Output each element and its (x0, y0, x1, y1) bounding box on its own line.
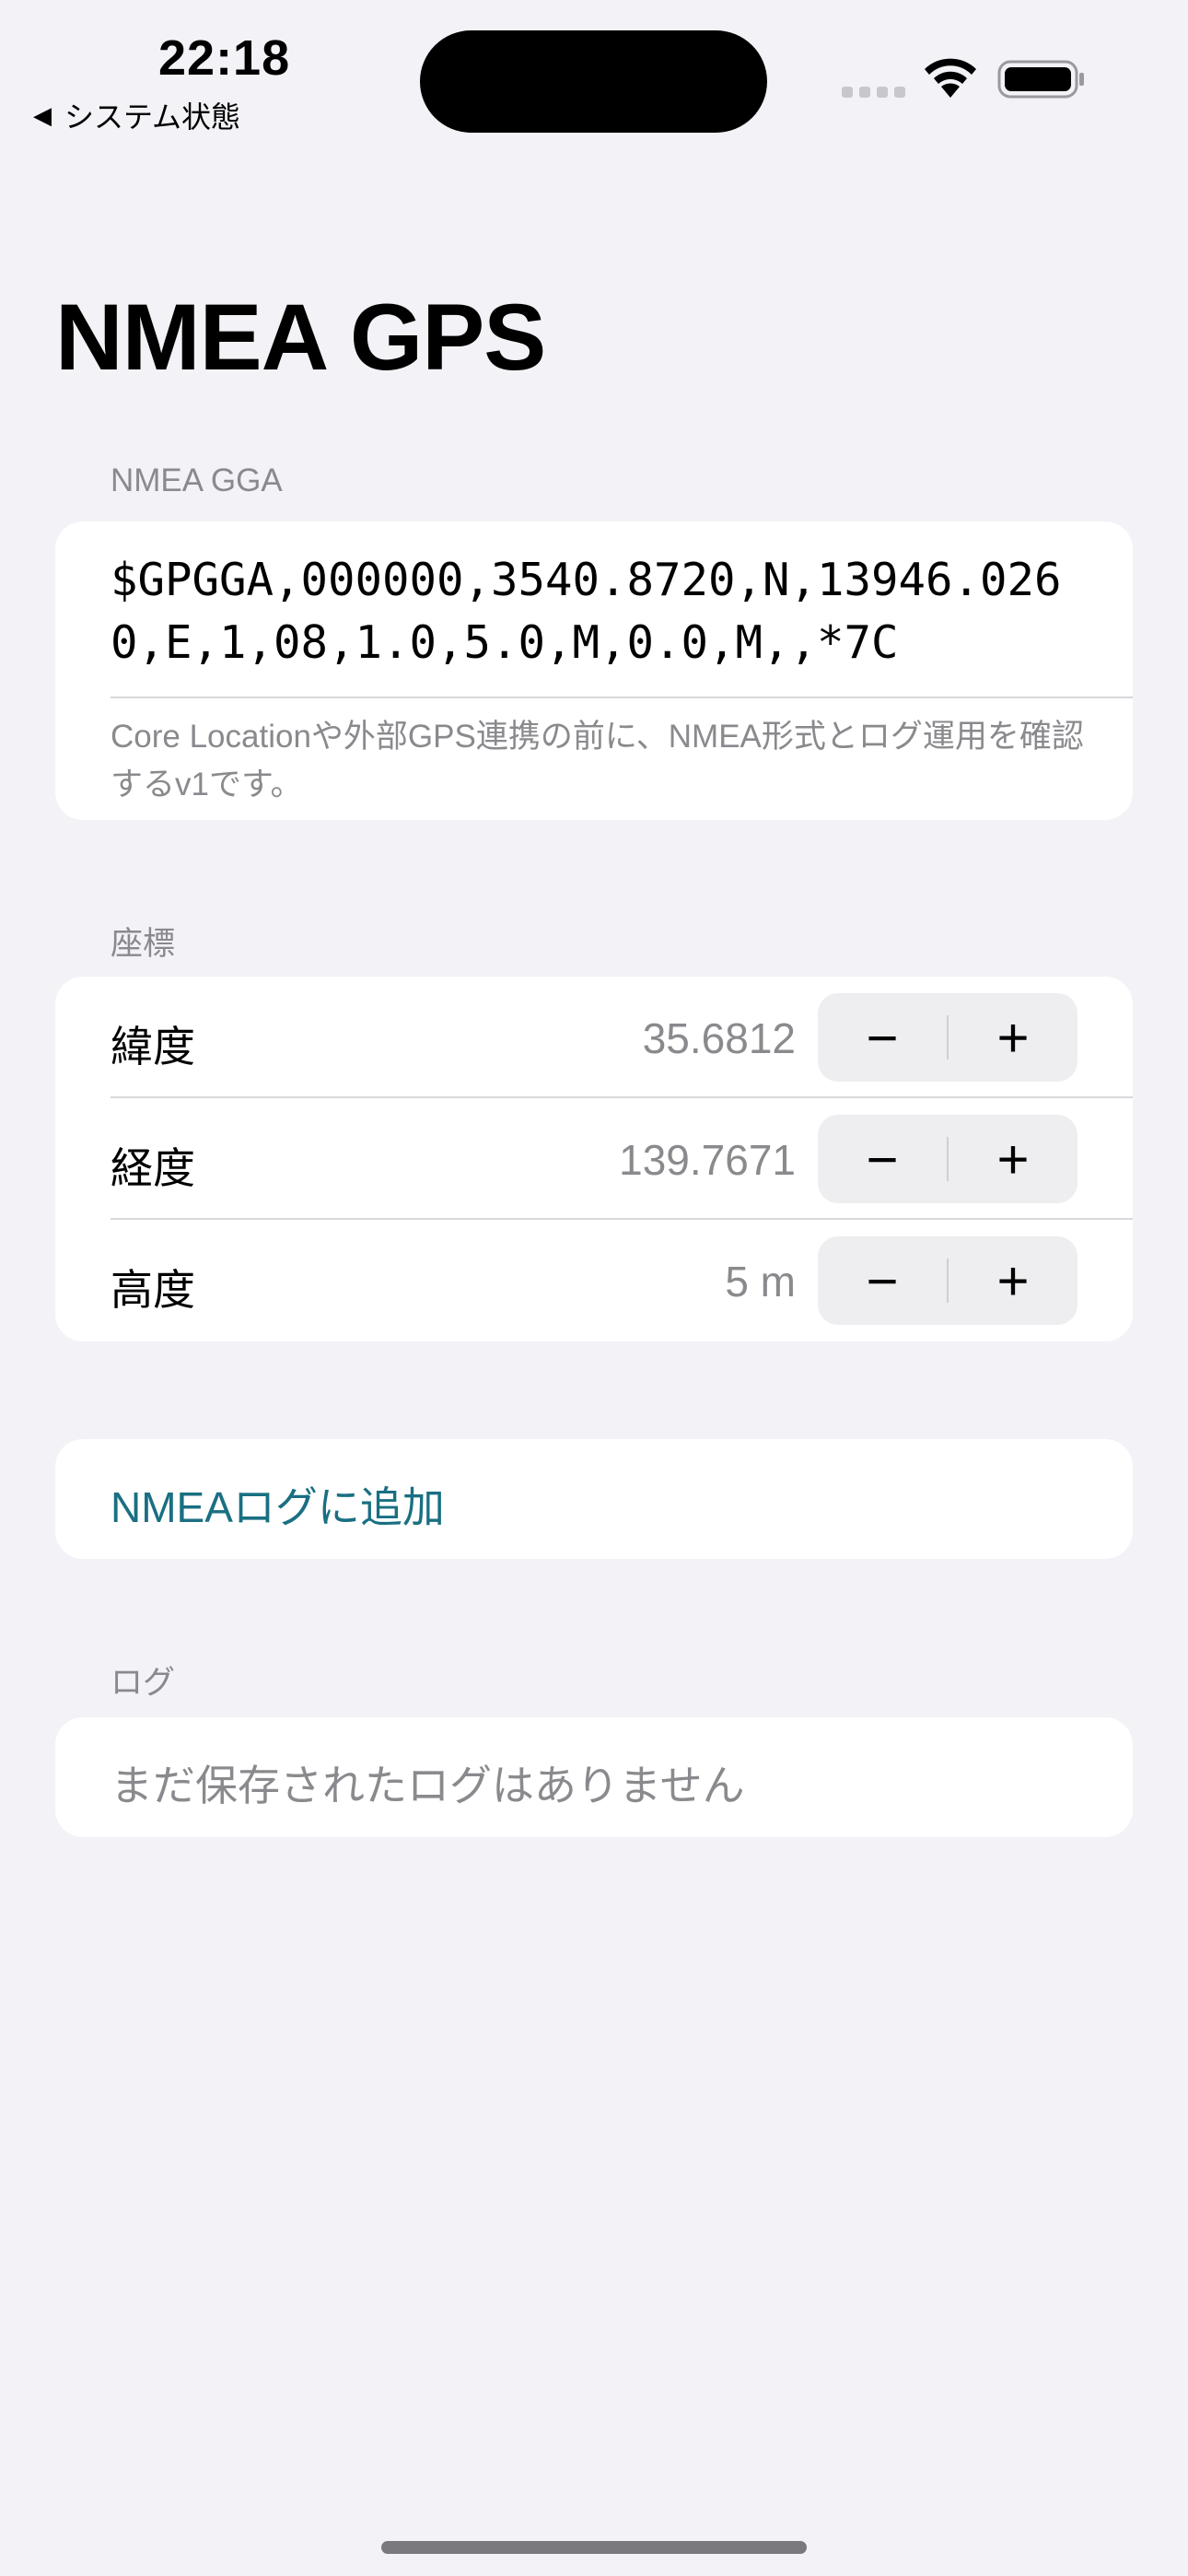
altitude-value: 5 m (725, 1258, 796, 1306)
altitude-label: 高度 (111, 1266, 195, 1314)
longitude-stepper[interactable]: − + (818, 1115, 1077, 1203)
longitude-label: 経度 (111, 1144, 195, 1192)
nmea-footnote: Core Locationや外部GPS連携の前に、NMEA形式とログ運用を確認す… (111, 719, 1084, 802)
nmea-card: $GPGGA,000000,3540.8720,N,13946.0260,E,1… (55, 521, 1133, 820)
altitude-decrement-button[interactable]: − (818, 1236, 947, 1325)
battery-icon (997, 60, 1084, 99)
coordinates-card: 緯度 35.6812 − + 経度 139.7671 − + 高度 5 m − … (55, 977, 1133, 1341)
altitude-stepper[interactable]: − + (818, 1236, 1077, 1325)
latitude-stepper[interactable]: − + (818, 993, 1077, 1082)
longitude-value: 139.7671 (619, 1136, 796, 1184)
cellular-signal-icon (842, 87, 905, 98)
log-card: まだ保存されたログはありません (55, 1717, 1133, 1837)
coordinates-section-header: 座標 (111, 926, 176, 962)
latitude-row: 緯度 35.6812 − + (55, 977, 1133, 1098)
latitude-increment-button[interactable]: + (949, 993, 1077, 1082)
back-triangle-icon: ◀ (33, 100, 52, 129)
wifi-icon (925, 58, 976, 98)
status-time: 22:18 (158, 30, 291, 86)
add-to-log-card: NMEAログに追加 (55, 1439, 1133, 1559)
longitude-decrement-button[interactable]: − (818, 1115, 947, 1203)
back-to-app-link[interactable]: ◀ システム状態 (33, 94, 240, 136)
longitude-row: 経度 139.7671 − + (55, 1098, 1133, 1220)
latitude-label: 緯度 (111, 1023, 195, 1071)
dynamic-island (420, 30, 767, 133)
divider (111, 697, 1133, 698)
back-label: システム状態 (64, 100, 241, 134)
log-section-header: ログ (111, 1665, 176, 1701)
nmea-sentence: $GPGGA,000000,3540.8720,N,13946.0260,E,1… (111, 554, 1062, 669)
nmea-section-header: NMEA GGA (111, 463, 283, 498)
longitude-increment-button[interactable]: + (949, 1115, 1077, 1203)
page-title: NMEA GPS (55, 285, 546, 390)
altitude-row: 高度 5 m − + (55, 1220, 1133, 1341)
latitude-value: 35.6812 (642, 1014, 796, 1062)
altitude-increment-button[interactable]: + (949, 1236, 1077, 1325)
add-to-nmea-log-button[interactable]: NMEAログに追加 (111, 1474, 445, 1535)
home-indicator[interactable] (381, 2541, 807, 2554)
log-empty-message: まだ保存されたログはありません (111, 1762, 745, 1809)
latitude-decrement-button[interactable]: − (818, 993, 947, 1082)
